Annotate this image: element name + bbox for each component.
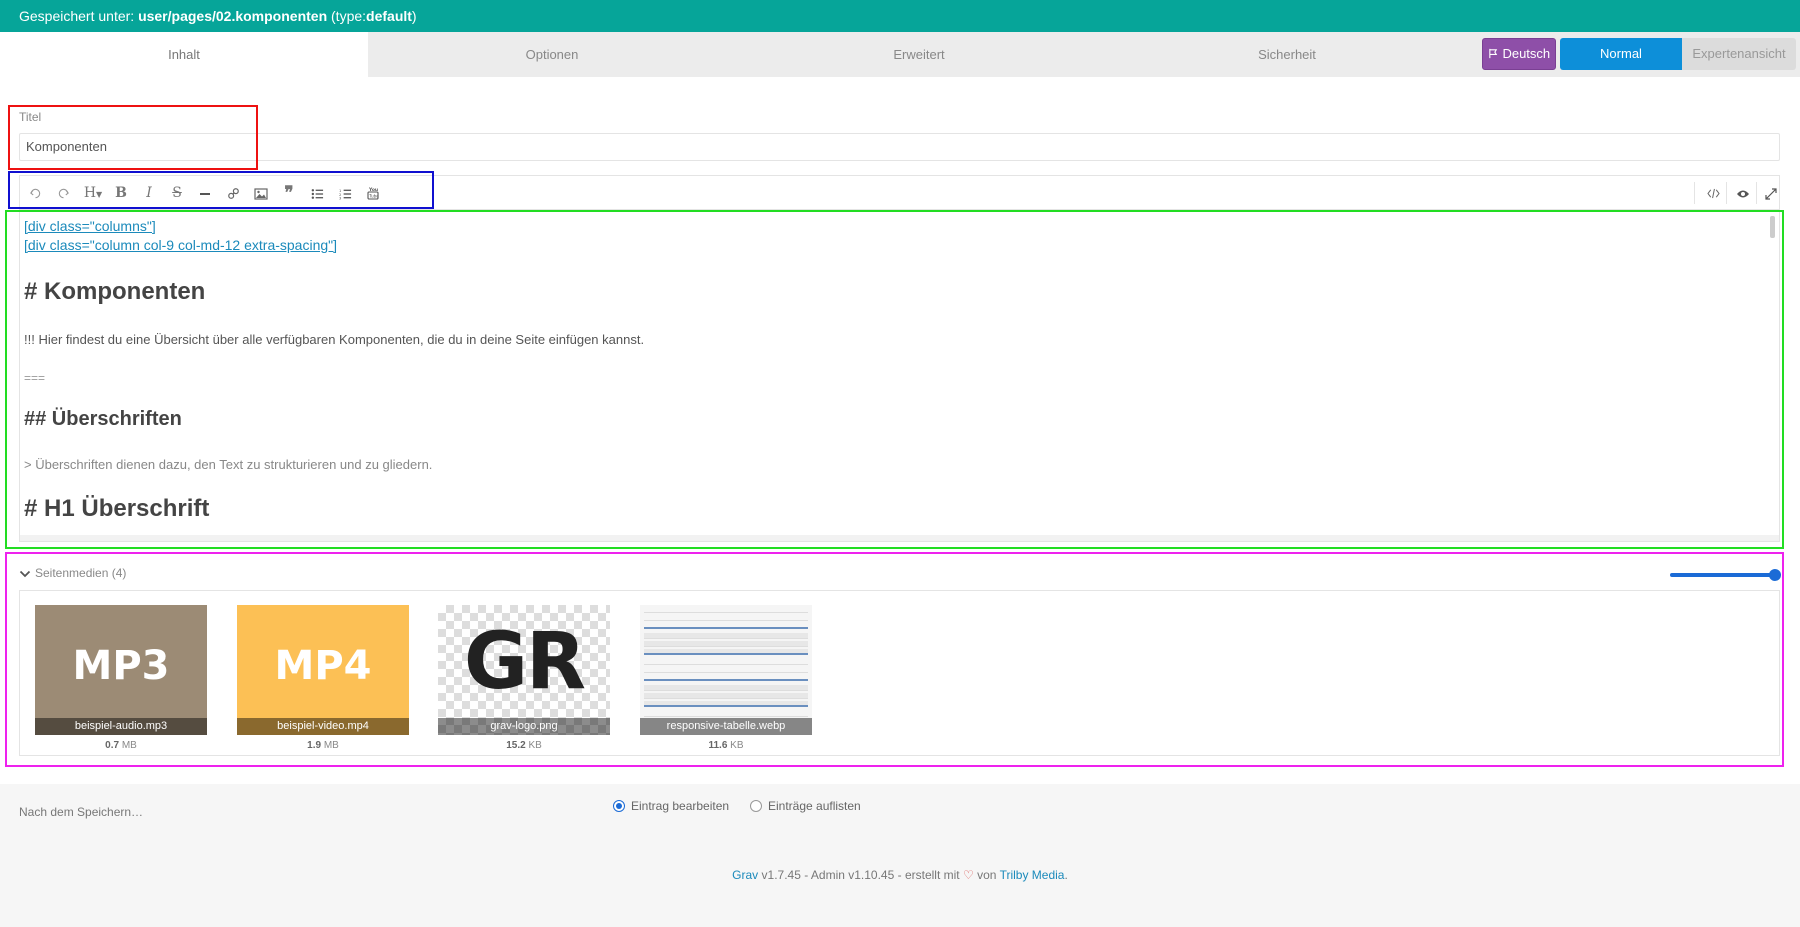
tab-inhalt[interactable]: Inhalt bbox=[0, 32, 368, 77]
toolbar-separator bbox=[1756, 182, 1757, 204]
filesize-value: 1.9 bbox=[307, 740, 322, 751]
radio-list-entries[interactable]: Einträge auflisten bbox=[750, 799, 861, 813]
media-list: MP3 beispiel-audio.mp3 0.7 MB MP4 beispi… bbox=[19, 590, 1780, 756]
mode-normal-button[interactable]: Normal bbox=[1560, 38, 1682, 70]
video-file-thumbnail: MP4 beispiel-video.mp4 bbox=[237, 605, 409, 735]
editor-line-separator: === bbox=[24, 371, 46, 385]
youtube-icon[interactable]: You Tube bbox=[360, 176, 386, 210]
svg-text:You: You bbox=[368, 187, 378, 193]
media-item[interactable]: responsive-tabelle.webp bbox=[640, 605, 812, 735]
editor-line-quote: > Überschriften dienen dazu, den Text zu… bbox=[24, 457, 433, 472]
thumbnail-size-slider-handle[interactable] bbox=[1769, 569, 1781, 581]
quote-icon[interactable]: ❞ bbox=[276, 176, 302, 210]
audio-file-thumbnail: MP3 beispiel-audio.mp3 bbox=[35, 605, 207, 735]
media-item[interactable]: MP4 beispiel-video.mp4 bbox=[237, 605, 409, 735]
heart-icon: ♡ bbox=[962, 868, 974, 882]
media-filename: beispiel-audio.mp3 bbox=[35, 718, 207, 735]
radio-edit-entry[interactable]: Eintrag bearbeiten bbox=[613, 799, 729, 813]
bold-icon[interactable]: B bbox=[108, 176, 134, 210]
editor-toolbar: H▼ B I S ❞ 123 You Tube bbox=[19, 175, 1780, 209]
footer-credits: Grav v1.7.45 - Admin v1.10.45 - erstellt… bbox=[0, 868, 1800, 882]
toolbar-separator bbox=[1694, 182, 1695, 204]
mode-expert-button[interactable]: Expertenansicht bbox=[1682, 38, 1796, 70]
editor-line-heading: # Komponenten bbox=[24, 278, 206, 305]
preview-eye-icon[interactable] bbox=[1730, 176, 1756, 210]
version-text: v1.7.45 - Admin v1.10.45 - erstellt mit bbox=[761, 868, 960, 882]
save-notice-bar: Gespeichert unter: user/pages/02.kompone… bbox=[0, 0, 1800, 32]
notice-type-value: default bbox=[366, 8, 412, 24]
video-thumb-label: MP4 bbox=[274, 643, 372, 689]
heading-icon[interactable]: H▼ bbox=[78, 176, 108, 210]
notice-path: user/pages/02.komponenten bbox=[138, 8, 328, 24]
image-icon[interactable] bbox=[248, 176, 274, 210]
page-footer bbox=[0, 784, 1800, 927]
media-item[interactable]: GR grav-logo.png bbox=[438, 605, 610, 735]
link-icon[interactable] bbox=[220, 176, 246, 210]
radio-label: Eintrag bearbeiten bbox=[631, 799, 730, 813]
ordered-list-icon[interactable]: 123 bbox=[332, 176, 358, 210]
editor-line-text: !!! Hier findest du eine Übersicht über … bbox=[24, 332, 645, 347]
redo-icon[interactable] bbox=[50, 176, 76, 210]
chevron-down-icon bbox=[19, 570, 31, 578]
editor-line-heading: ## Überschriften bbox=[24, 408, 182, 430]
grav-link[interactable]: Grav bbox=[732, 868, 758, 882]
code-icon[interactable] bbox=[1700, 176, 1726, 210]
media-filesize: 1.9 MB bbox=[237, 740, 409, 751]
media-filesize: 11.6 KB bbox=[640, 740, 812, 751]
fullscreen-icon[interactable] bbox=[1758, 176, 1784, 210]
media-filename: beispiel-video.mp4 bbox=[237, 718, 409, 735]
unordered-list-icon[interactable] bbox=[304, 176, 330, 210]
media-section-toggle[interactable]: Seitenmedien (4) bbox=[19, 566, 126, 580]
editor-scrollbar[interactable] bbox=[1770, 216, 1775, 238]
flag-icon bbox=[1489, 48, 1498, 59]
svg-text:Tube: Tube bbox=[368, 194, 379, 199]
radio-checked-icon bbox=[613, 800, 625, 812]
editor-line-heading: # H1 Überschrift bbox=[24, 495, 210, 522]
after-save-label: Nach dem Speichern… bbox=[19, 805, 144, 819]
media-section-title: Seitenmedien (4) bbox=[35, 566, 127, 580]
filesize-unit: MB bbox=[121, 740, 137, 751]
media-filesize: 15.2 KB bbox=[438, 740, 610, 751]
filesize-value: 15.2 bbox=[506, 740, 526, 751]
filesize-unit: MB bbox=[323, 740, 339, 751]
filesize-unit: KB bbox=[528, 740, 542, 751]
audio-thumb-label: MP3 bbox=[72, 643, 170, 689]
toolbar-separator bbox=[1726, 182, 1727, 204]
filesize-unit: KB bbox=[730, 740, 744, 751]
by-text: von bbox=[977, 868, 997, 882]
notice-type-prefix: (type: bbox=[331, 8, 367, 24]
italic-icon[interactable]: I bbox=[136, 176, 162, 210]
credits-end: . bbox=[1064, 868, 1068, 882]
media-item[interactable]: MP3 beispiel-audio.mp3 bbox=[35, 605, 207, 735]
title-input[interactable]: Komponenten bbox=[19, 133, 1780, 161]
svg-text:3: 3 bbox=[339, 196, 342, 199]
filesize-value: 11.6 bbox=[708, 740, 728, 751]
grav-logo-thumbnail: GR grav-logo.png bbox=[438, 605, 610, 735]
radio-unchecked-icon bbox=[750, 800, 762, 812]
strikethrough-icon[interactable]: S bbox=[164, 176, 190, 210]
media-filesize: 0.7 MB bbox=[35, 740, 207, 751]
editor-line-shortcode: [div class="columns"] bbox=[24, 218, 156, 234]
radio-label: Einträge auflisten bbox=[768, 799, 861, 813]
editor-horizontal-scrollbar[interactable] bbox=[20, 535, 1779, 541]
tab-erweitert[interactable]: Erweitert bbox=[735, 32, 1103, 77]
language-label: Deutsch bbox=[1502, 46, 1551, 61]
thumbnail-size-slider[interactable] bbox=[1670, 573, 1774, 577]
undo-icon[interactable] bbox=[22, 176, 48, 210]
notice-type-suffix: ) bbox=[411, 8, 417, 24]
logo-letters: GR bbox=[463, 617, 586, 707]
title-label: Titel bbox=[19, 110, 42, 124]
media-filename: grav-logo.png bbox=[438, 718, 610, 735]
trilby-media-link[interactable]: Trilby Media bbox=[1000, 868, 1065, 882]
editor-line-shortcode: [div class="column col-9 col-md-12 extra… bbox=[24, 237, 338, 253]
language-button[interactable]: Deutsch bbox=[1482, 38, 1556, 70]
media-filename: responsive-tabelle.webp bbox=[640, 718, 812, 735]
markdown-editor[interactable]: [div class="columns"] [div class="column… bbox=[19, 209, 1780, 542]
tab-sicherheit[interactable]: Sicherheit bbox=[1103, 32, 1471, 77]
notice-prefix: Gespeichert unter: bbox=[19, 8, 135, 24]
horizontal-rule-icon[interactable] bbox=[192, 176, 218, 210]
tab-optionen[interactable]: Optionen bbox=[368, 32, 736, 77]
filesize-value: 0.7 bbox=[105, 740, 120, 751]
table-image-thumbnail: responsive-tabelle.webp bbox=[640, 605, 812, 735]
